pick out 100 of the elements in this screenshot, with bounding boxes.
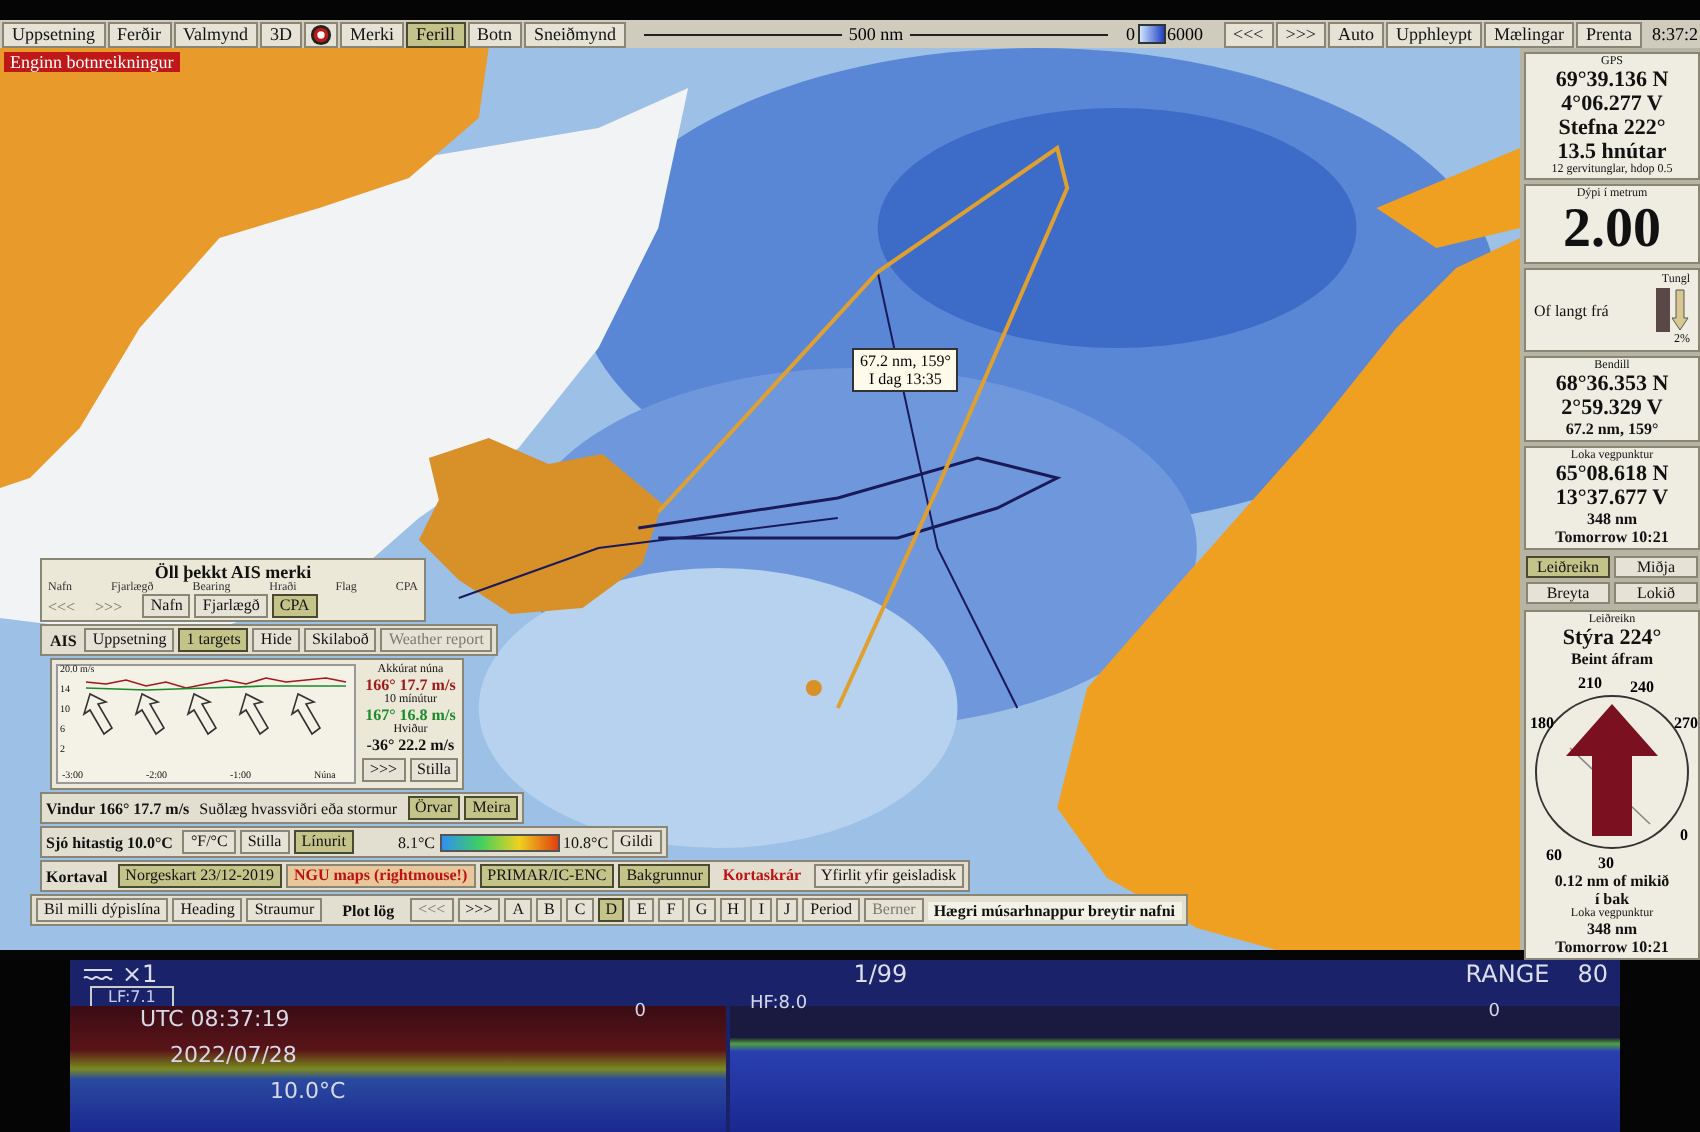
distance-tooltip: 67.2 nm, 159° I dag 13:35	[852, 348, 959, 392]
wind-description: Suðlæg hvassviðri eða stormur	[199, 799, 398, 817]
waypoint-eta: Tomorrow 10:21	[1555, 938, 1669, 956]
heading-value: Stefna 222°	[1558, 116, 1666, 140]
route-button[interactable]: Lokið	[1614, 582, 1698, 604]
depth-max-label: 6000	[1167, 24, 1204, 44]
wind-arrow-icon	[290, 692, 322, 736]
wind-arrow-icon	[186, 692, 218, 736]
sonar-wave-icon	[82, 964, 114, 984]
wind-option-button[interactable]: Meira	[464, 796, 519, 820]
depth-zero-label: 0	[634, 1002, 646, 1022]
sort-button[interactable]: CPA	[271, 594, 318, 618]
tab[interactable]: Skilaboð	[303, 628, 377, 652]
reading-value: -36° 22.2 m/s	[366, 736, 455, 754]
temperature-button[interactable]: Stilla	[239, 830, 290, 854]
chart-button[interactable]: Yfirlit yfir geisladisk	[813, 864, 965, 888]
toolbar-button[interactable]: Sneiðmynd	[524, 21, 627, 47]
reading-value: 166° 17.7 m/s	[365, 676, 456, 694]
toolbar-button[interactable]: 3D	[260, 21, 302, 47]
tide-status: Of langt frá	[1534, 301, 1609, 319]
reading-value: 167° 16.8 m/s	[365, 706, 456, 724]
route-button[interactable]: Breyta	[1526, 582, 1610, 604]
plot-option-button[interactable]: Straumur	[246, 898, 323, 922]
plot-option-button[interactable]: Heading	[172, 898, 243, 922]
layer-button[interactable]: I	[750, 898, 773, 922]
chart-button[interactable]: Bakgrunnur	[618, 864, 711, 888]
values-button[interactable]: Gildi	[612, 830, 661, 854]
depth-scale-icon	[1137, 24, 1166, 44]
compass-label: 240	[1630, 678, 1654, 696]
layer-button[interactable]: D	[597, 898, 625, 922]
island	[805, 680, 822, 696]
wind-summary: Vindur 166° 17.7 m/s	[46, 799, 190, 817]
sort-button[interactable]: Nafn	[142, 594, 191, 618]
sea-temperature-label: Sjó hitastig 10.0°C	[46, 833, 173, 851]
layer-button[interactable]: E	[628, 898, 655, 922]
compass-label: 210	[1578, 674, 1602, 692]
period-button[interactable]: Period	[802, 898, 861, 922]
wind-option-button[interactable]: Örvar	[407, 796, 461, 820]
tab[interactable]: Hide	[252, 628, 300, 652]
sort-button[interactable]: Fjarlægð	[194, 594, 268, 618]
wind-button[interactable]: Stilla	[409, 758, 459, 782]
temperature-button[interactable]: Línurit	[293, 830, 354, 854]
toolbar-button[interactable]: Auto	[1327, 21, 1384, 47]
pager-button[interactable]: <<<	[48, 597, 76, 615]
toolbar-button[interactable]: Upphleypt	[1385, 21, 1482, 47]
latitude: 69°39.136 N	[1555, 68, 1669, 92]
toolbar-button[interactable]: Merki	[340, 21, 404, 47]
pager-button[interactable]: >>>	[457, 898, 501, 922]
utc-time: UTC 08:37:19	[140, 1006, 290, 1032]
toolbar-button[interactable]: Ferðir	[107, 21, 171, 47]
tab-group-label: AIS	[48, 631, 79, 649]
date-label: 2022/07/28	[170, 1042, 297, 1068]
toolbar-button[interactable]: Uppsetning	[2, 21, 105, 47]
tab[interactable]: Uppsetning	[84, 628, 175, 652]
pan-button[interactable]: >>>	[1275, 21, 1326, 47]
chart-button[interactable]: PRIMAR/IC-ENC	[479, 864, 615, 888]
steer-command: Stýra 224°	[1562, 626, 1662, 650]
temperature-button[interactable]: °F/°C	[182, 830, 236, 854]
layer-button[interactable]: A	[504, 898, 532, 922]
steering-arrow-icon	[1566, 704, 1658, 836]
temperature-scale-icon	[439, 833, 559, 851]
depth-min-label: 0	[1126, 24, 1136, 44]
steer-hint: Beint áfram	[1570, 650, 1654, 668]
toolbar-button[interactable]: Botn	[467, 21, 523, 47]
route-button[interactable]: Miðja	[1614, 556, 1698, 578]
plot-option-button[interactable]: Bil milli dýpislína	[36, 898, 169, 922]
toolbar-button[interactable]: Ferill	[406, 21, 465, 47]
compass-label: 60	[1546, 846, 1562, 864]
layer-button[interactable]: B	[536, 898, 563, 922]
temperature-min: 8.1°C	[397, 833, 435, 851]
clock: 8:37:2	[1649, 24, 1698, 44]
range-label: RANGE	[1465, 960, 1550, 988]
target-button[interactable]	[304, 21, 338, 47]
layer-button[interactable]: C	[566, 898, 594, 922]
layer-button[interactable]: J	[776, 898, 799, 922]
wind-button[interactable]: >>>	[362, 758, 406, 782]
offset-text: 0.12 nm of mikið í bak	[1552, 872, 1672, 908]
toolbar-button[interactable]: Valmynd	[173, 21, 258, 47]
gauge-icon	[1654, 286, 1690, 334]
toolbar-button[interactable]: Prenta	[1575, 21, 1642, 47]
range-value: 80	[1577, 960, 1608, 988]
hint-text: Hægri músarhnappur breytir nafni	[927, 901, 1182, 919]
pager-button[interactable]: >>>	[95, 597, 123, 615]
chart-button[interactable]: NGU maps (rightmouse!)	[285, 864, 476, 888]
distance-bearing: 67.2 nm, 159°	[1565, 420, 1659, 438]
temperature-max: 10.8°C	[563, 833, 609, 851]
waypoint-distance: 348 nm	[1586, 920, 1638, 938]
panel-title: Öll þekkt AIS merki	[153, 562, 314, 582]
layer-button[interactable]: H	[719, 898, 747, 922]
route-button[interactable]: Leiðreikn	[1526, 556, 1610, 578]
layer-button[interactable]: G	[687, 898, 716, 922]
frequency-label: HF:8.0	[750, 994, 808, 1014]
status-label: Enginn botnreikningur	[4, 52, 180, 72]
tab[interactable]: 1 targets	[178, 628, 249, 652]
pan-button[interactable]: <<<	[1223, 21, 1274, 47]
chart-button[interactable]: Norgeskart 23/12-2019	[117, 864, 282, 888]
toolbar-button[interactable]: Mælingar	[1483, 21, 1574, 47]
chart-button[interactable]: Kortaskrár	[714, 864, 810, 888]
layer-button[interactable]: F	[658, 898, 684, 922]
compass-label: 270	[1674, 714, 1698, 732]
